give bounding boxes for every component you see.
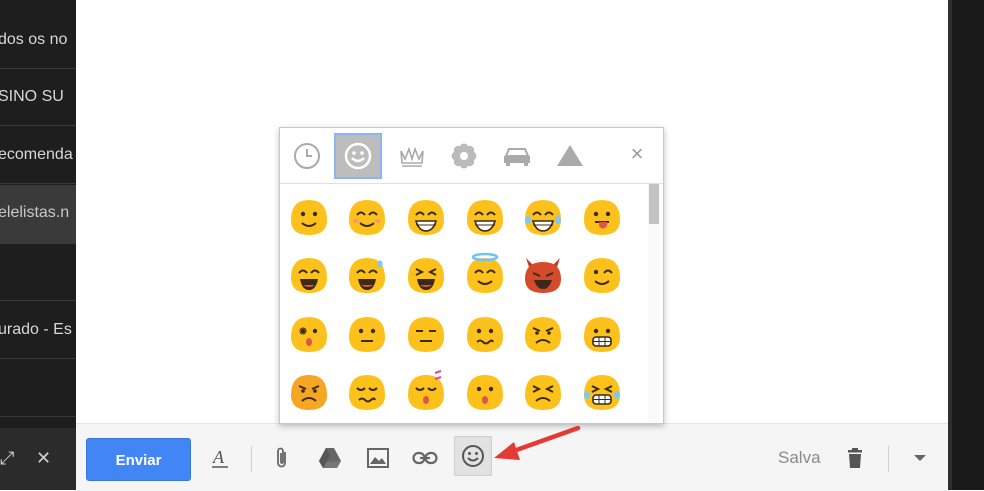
emoji-category-tabs: × xyxy=(280,128,663,184)
inbox-row[interactable]: elelistas.n xyxy=(0,185,76,244)
flower-icon xyxy=(451,143,477,169)
annotation-arrow xyxy=(494,425,581,460)
emoji-expressionless[interactable] xyxy=(403,311,449,357)
clock-icon xyxy=(294,143,320,169)
close-icon[interactable]: ✕ xyxy=(36,448,51,469)
smiley-icon xyxy=(344,142,372,170)
svg-text:A: A xyxy=(212,447,225,467)
emoji-sweat-smile[interactable] xyxy=(344,252,390,298)
drive-icon[interactable] xyxy=(316,444,344,472)
inbox-row[interactable] xyxy=(0,244,76,301)
inbox-row[interactable]: urado - Es xyxy=(0,302,76,359)
inbox-row[interactable]: dos os no xyxy=(0,12,76,69)
emoji-hushed[interactable] xyxy=(462,369,508,415)
insert-link-icon[interactable] xyxy=(411,444,439,472)
inbox-row-text: SINO SU xyxy=(0,88,64,105)
emoji-smile[interactable] xyxy=(286,194,332,240)
emoji-sleepy[interactable] xyxy=(403,369,449,415)
emoji-tears-of-joy[interactable] xyxy=(520,194,566,240)
smiley-icon xyxy=(462,445,484,467)
picker-close-button[interactable]: × xyxy=(625,142,649,166)
emoji-tired[interactable] xyxy=(579,369,625,415)
more-options-icon[interactable] xyxy=(906,444,934,472)
emoji-grimace[interactable] xyxy=(579,311,625,357)
emoji-wink[interactable] xyxy=(579,252,625,298)
emoji-halo[interactable] xyxy=(462,252,508,298)
emoji-grin[interactable] xyxy=(403,194,449,240)
insert-photo-icon[interactable] xyxy=(364,444,392,472)
scrollbar-thumb[interactable] xyxy=(649,184,659,224)
inbox-row[interactable]: ecomenda xyxy=(0,127,76,184)
tab-places[interactable] xyxy=(493,133,541,179)
picker-scrollbar[interactable] xyxy=(648,184,660,422)
emoji-grin-wide[interactable] xyxy=(462,194,508,240)
triangle-icon xyxy=(557,145,583,166)
tab-objects[interactable] xyxy=(388,133,436,179)
emoji-picker: × xyxy=(279,127,664,424)
tab-recent[interactable] xyxy=(283,133,331,179)
tab-symbols[interactable] xyxy=(546,133,594,179)
inbox-row[interactable]: SINO SU xyxy=(0,69,76,126)
draft-saved-status: Salva xyxy=(778,448,821,467)
inbox-list: dos os no SINO SU ecomenda elelistas.n u… xyxy=(0,0,76,490)
toolbar-separator xyxy=(251,446,252,472)
emoji-devil[interactable] xyxy=(520,252,566,298)
crown-icon xyxy=(400,146,424,167)
emoji-tongue[interactable] xyxy=(579,194,625,240)
insert-emoji-button[interactable] xyxy=(454,436,492,476)
expand-icon[interactable]: ⤢ xyxy=(0,448,14,469)
tab-nature[interactable] xyxy=(440,133,488,179)
inbox-row-text: urado - Es xyxy=(0,321,72,338)
right-backdrop xyxy=(952,0,984,490)
formatting-icon[interactable]: A xyxy=(206,444,234,472)
attach-icon[interactable] xyxy=(268,444,296,472)
compose-minimized-controls: ⤢ ✕ xyxy=(0,428,76,490)
inbox-row-text: dos os no xyxy=(0,31,68,48)
car-icon xyxy=(504,148,530,166)
inbox-row-text: ecomenda xyxy=(0,146,73,163)
inbox-row[interactable] xyxy=(0,360,76,417)
toolbar-separator xyxy=(888,446,889,472)
emoji-pout[interactable] xyxy=(286,369,332,415)
emoji-sad[interactable] xyxy=(344,369,390,415)
discard-draft-icon[interactable] xyxy=(841,444,869,472)
emoji-wink-tongue[interactable] xyxy=(403,252,449,298)
emoji-smiling-eyes[interactable] xyxy=(344,194,390,240)
emoji-neutral[interactable] xyxy=(344,311,390,357)
tab-people[interactable] xyxy=(334,133,382,179)
send-button[interactable]: Enviar xyxy=(86,438,191,481)
inbox-row-text: elelistas.n xyxy=(0,204,70,221)
emoji-angry[interactable] xyxy=(520,311,566,357)
emoji-persevere[interactable] xyxy=(520,369,566,415)
emoji-confused[interactable] xyxy=(462,311,508,357)
emoji-laughing[interactable] xyxy=(286,252,332,298)
emoji-surprised[interactable] xyxy=(286,311,332,357)
